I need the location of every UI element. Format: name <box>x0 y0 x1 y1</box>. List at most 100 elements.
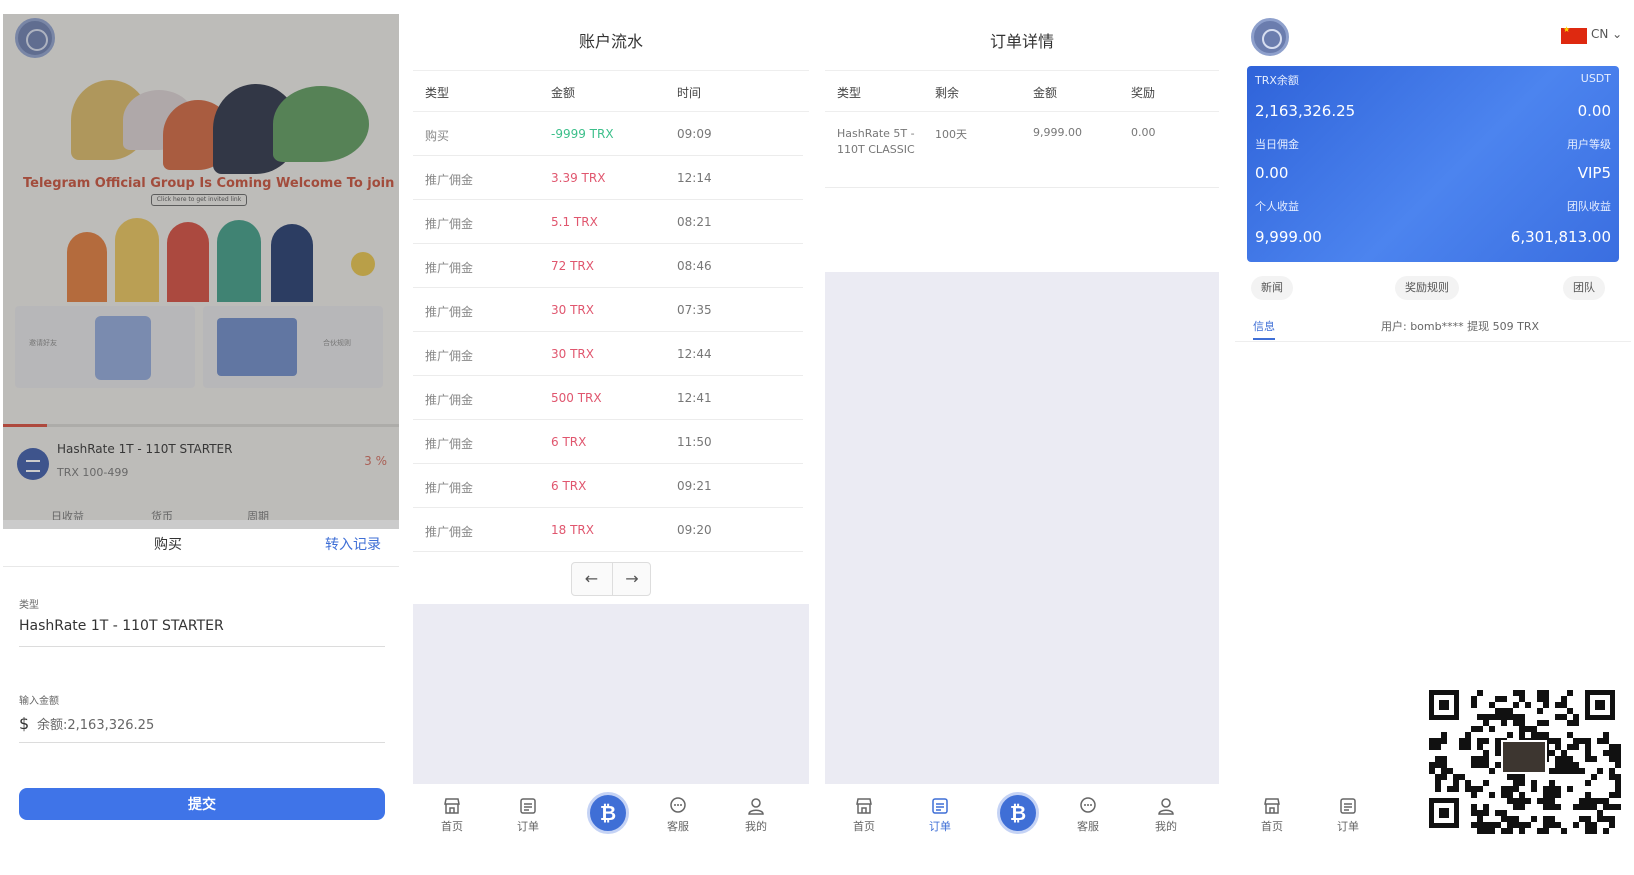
bottom-nav: 首页 订单 ₿ 客服 我的 <box>825 784 1219 875</box>
user-level-value: VIP5 <box>1577 164 1611 182</box>
column-header-amount: 金额 <box>1033 86 1058 100</box>
transaction-type: 推广佣金 <box>425 305 474 319</box>
user-level-label: 用户等级 <box>1567 138 1611 151</box>
nav-service-label: 客服 <box>1077 820 1099 833</box>
nav-mine[interactable]: 我的 <box>731 796 781 834</box>
nav-orders[interactable]: 订单 <box>503 796 553 834</box>
transaction-time: 09:09 <box>677 127 712 141</box>
type-value[interactable]: HashRate 1T - 110T STARTER <box>19 618 224 634</box>
daily-commission-label: 当日佣金 <box>1255 138 1299 151</box>
nav-home[interactable]: 首页 <box>839 796 889 834</box>
product-progress-bar <box>3 424 399 427</box>
nav-home-label: 首页 <box>853 820 875 833</box>
transaction-time: 12:14 <box>677 171 712 185</box>
reward-rules-button[interactable]: 奖励规则 <box>1395 276 1459 300</box>
submit-button[interactable]: 提交 <box>19 788 385 820</box>
bottom-nav: 首页 订单 ₿ 客服 我的 <box>413 784 809 875</box>
column-header-amount: 金额 <box>551 86 576 100</box>
app-logo-icon <box>15 18 55 58</box>
team-button[interactable]: 团队 <box>1563 276 1605 300</box>
bitcoin-center-button[interactable]: ₿ <box>587 792 629 834</box>
nav-home[interactable]: 首页 <box>1247 796 1297 834</box>
orders-icon <box>932 798 948 814</box>
transaction-type: 购买 <box>425 129 450 143</box>
dollar-icon: $ <box>19 714 30 733</box>
partner-rules-tile[interactable]: 合伙规则 <box>203 306 383 388</box>
pagination: ← → <box>571 562 651 596</box>
language-selector[interactable]: CN ⌄ <box>1591 27 1622 41</box>
table-row[interactable]: 推广佣金 18 TRX 09:20 <box>413 509 803 552</box>
column-header-remaining: 剩余 <box>935 86 960 100</box>
balance-card: TRX余额 USDT 2,163,326.25 0.00 当日佣金 用户等级 0… <box>1247 66 1619 262</box>
table-row[interactable]: HashRate 5T - 110T CLASSIC 100天 9,999.00… <box>825 112 1219 188</box>
empty-area <box>413 604 809 784</box>
type-label: 类型 <box>19 600 39 611</box>
order-type: HashRate 5T - 110T CLASSIC <box>837 127 915 156</box>
bitcoin-center-button[interactable]: ₿ <box>997 792 1039 834</box>
notice-text: 用户: bomb**** 提现 509 TRX <box>1381 320 1539 333</box>
page-title: 订单详情 <box>989 32 1054 51</box>
transaction-amount: 500 TRX <box>551 391 602 405</box>
nav-mine[interactable]: 我的 <box>1141 796 1191 834</box>
amount-input[interactable] <box>37 714 367 736</box>
table-row[interactable]: 推广佣金 6 TRX 09:21 <box>413 465 803 508</box>
divider <box>3 566 399 567</box>
table-row[interactable]: 推广佣金 30 TRX 12:44 <box>413 333 803 376</box>
coin-icon <box>351 252 375 276</box>
transaction-type: 推广佣金 <box>425 393 474 407</box>
transaction-amount: 6 TRX <box>551 479 587 493</box>
product-percent: 3 % <box>364 454 387 468</box>
nav-home[interactable]: 首页 <box>427 796 477 834</box>
personal-income-label: 个人收益 <box>1255 200 1299 213</box>
qr-center-image <box>1501 740 1547 774</box>
feature-tiles: 邀请好友 合伙规则 <box>15 306 387 388</box>
news-button[interactable]: 新闻 <box>1251 276 1293 300</box>
table-row[interactable]: 推广佣金 72 TRX 08:46 <box>413 245 803 288</box>
page-title: 账户流水 <box>578 32 643 51</box>
bottom-nav: 首页 订单 <box>1235 784 1425 875</box>
table-row[interactable]: 推广佣金 3.39 TRX 12:14 <box>413 157 803 200</box>
transfer-records-link[interactable]: 转入记录 <box>325 534 381 554</box>
nav-orders[interactable]: 订单 <box>1323 796 1373 834</box>
nav-service[interactable]: 客服 <box>1063 796 1113 834</box>
nav-orders[interactable]: 订单 <box>915 796 965 834</box>
table-header: 类型 剩余 金额 奖励 <box>825 70 1219 112</box>
table-row[interactable]: 推广佣金 30 TRX 07:35 <box>413 289 803 332</box>
invite-friends-tile[interactable]: 邀请好友 <box>15 306 195 388</box>
orders-icon <box>520 798 536 814</box>
account-flow-screen: 账户流水 类型 金额 时间 购买 -9999 TRX 09:09 推广佣金 3.39 T… <box>413 14 809 875</box>
product-progress-fill <box>3 424 47 427</box>
people-illustration <box>67 210 357 302</box>
transaction-type: 推广佣金 <box>425 217 474 231</box>
order-details-screen: 订单详情 类型 剩余 金额 奖励 HashRate 5T - 110T CLAS… <box>825 14 1219 875</box>
china-flag-icon[interactable] <box>1561 25 1587 44</box>
nav-service[interactable]: 客服 <box>653 796 703 834</box>
nav-home-label: 首页 <box>441 820 463 833</box>
transaction-amount: 6 TRX <box>551 435 587 449</box>
user-icon <box>1158 798 1174 815</box>
banner-invite-link[interactable]: Click here to get invited link <box>151 194 247 206</box>
prev-page-button[interactable]: ← <box>572 563 611 595</box>
table-row[interactable]: 购买 -9999 TRX 09:09 <box>413 113 803 156</box>
bitcoin-icon: ₿ <box>1009 801 1027 825</box>
divider <box>19 742 385 743</box>
telegram-banner[interactable]: Telegram Official Group Is Coming Welcom… <box>23 70 399 302</box>
purchase-screen: Telegram Official Group Is Coming Welcom… <box>3 14 399 875</box>
table-row[interactable]: 推广佣金 500 TRX 12:41 <box>413 377 803 420</box>
nav-mine-label: 我的 <box>745 820 767 833</box>
table-row[interactable]: 推广佣金 5.1 TRX 08:21 <box>413 201 803 244</box>
transaction-type: 推广佣金 <box>425 173 474 187</box>
tile-label: 合伙规则 <box>323 339 351 347</box>
column-header-type: 类型 <box>837 86 862 100</box>
product-coin-icon <box>17 448 49 480</box>
table-row[interactable]: 推广佣金 6 TRX 11:50 <box>413 421 803 464</box>
order-amount: 9,999.00 <box>1033 126 1082 139</box>
transaction-amount: 3.39 TRX <box>551 171 606 185</box>
nav-service-label: 客服 <box>667 820 689 833</box>
tile-label: 邀请好友 <box>29 339 57 347</box>
tab-info[interactable]: 信息 <box>1253 318 1275 334</box>
next-page-button[interactable]: → <box>612 563 651 595</box>
nav-orders-label: 订单 <box>929 820 951 833</box>
usdt-balance-value: 0.00 <box>1577 102 1611 120</box>
language-code: CN <box>1591 27 1609 41</box>
